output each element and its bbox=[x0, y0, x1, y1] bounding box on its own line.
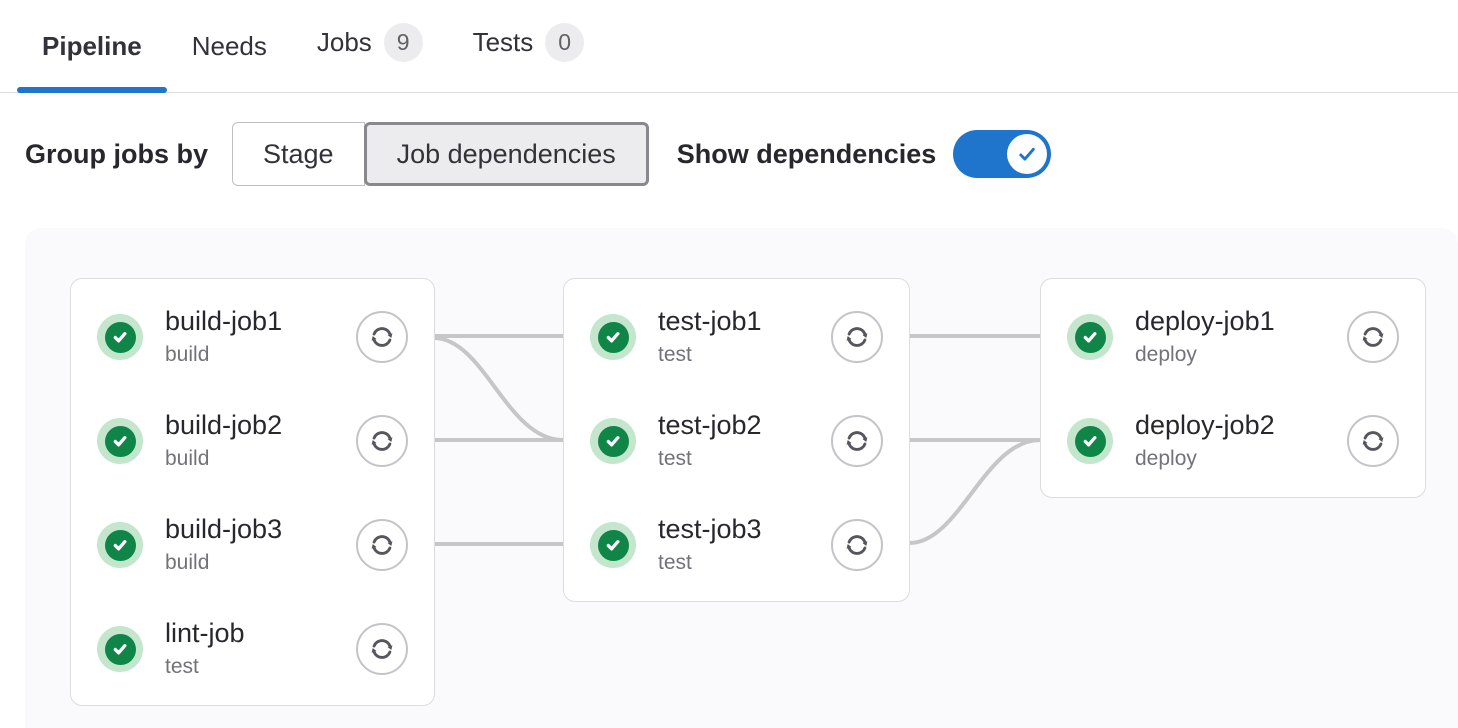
tab-pipeline-label: Pipeline bbox=[42, 31, 142, 62]
job-row-lint-job[interactable]: lint-job test bbox=[71, 597, 434, 701]
group-jobs-by-segmented-control: Stage Job dependencies bbox=[232, 122, 649, 186]
retry-icon bbox=[842, 530, 872, 560]
retry-job-button[interactable] bbox=[831, 311, 883, 363]
jobs-count-badge: 9 bbox=[384, 23, 423, 62]
retry-icon bbox=[367, 322, 397, 352]
job-row-build-job1[interactable]: build-job1 build bbox=[71, 285, 434, 389]
status-success-icon bbox=[97, 626, 143, 672]
job-stage: test bbox=[658, 549, 809, 576]
job-name[interactable]: test-job1 bbox=[658, 305, 809, 339]
job-row-deploy-job2[interactable]: deploy-job2 deploy bbox=[1041, 389, 1425, 493]
job-name[interactable]: build-job3 bbox=[165, 513, 334, 547]
status-success-icon bbox=[1067, 418, 1113, 464]
group-by-stage-button[interactable]: Stage bbox=[232, 122, 365, 186]
job-group-test: test-job1 test test-job2 test bbox=[563, 278, 910, 602]
job-row-build-job3[interactable]: build-job3 build bbox=[71, 493, 434, 597]
show-dependencies-toggle[interactable] bbox=[953, 130, 1051, 178]
status-success-icon bbox=[590, 418, 636, 464]
status-success-icon bbox=[1067, 314, 1113, 360]
status-success-icon bbox=[97, 418, 143, 464]
job-name[interactable]: lint-job bbox=[165, 617, 334, 651]
retry-icon bbox=[842, 322, 872, 352]
job-row-build-job2[interactable]: build-job2 build bbox=[71, 389, 434, 493]
tab-jobs[interactable]: Jobs 9 bbox=[292, 23, 448, 92]
job-stage: deploy bbox=[1135, 445, 1325, 472]
tab-needs[interactable]: Needs bbox=[167, 31, 292, 92]
retry-icon bbox=[1358, 322, 1388, 352]
job-row-test-job3[interactable]: test-job3 test bbox=[564, 493, 909, 597]
job-name[interactable]: test-job3 bbox=[658, 513, 809, 547]
job-name[interactable]: deploy-job1 bbox=[1135, 305, 1325, 339]
graph-controls: Group jobs by Stage Job dependencies Sho… bbox=[25, 122, 1458, 186]
group-by-job-dependencies-button[interactable]: Job dependencies bbox=[364, 122, 649, 186]
retry-icon bbox=[842, 426, 872, 456]
status-success-icon bbox=[97, 314, 143, 360]
status-success-icon bbox=[97, 522, 143, 568]
tab-jobs-label: Jobs bbox=[317, 27, 372, 58]
retry-icon bbox=[367, 634, 397, 664]
job-stage: test bbox=[658, 341, 809, 368]
job-group-deploy: deploy-job1 deploy deploy-job2 deploy bbox=[1040, 278, 1426, 498]
tab-needs-label: Needs bbox=[192, 31, 267, 62]
pipeline-tabbar: Pipeline Needs Jobs 9 Tests 0 bbox=[0, 0, 1458, 93]
retry-job-button[interactable] bbox=[831, 519, 883, 571]
status-success-icon bbox=[590, 314, 636, 360]
retry-job-button[interactable] bbox=[356, 415, 408, 467]
job-stage: build bbox=[165, 445, 334, 472]
tests-count-badge: 0 bbox=[545, 23, 584, 62]
retry-icon bbox=[367, 426, 397, 456]
job-name[interactable]: build-job2 bbox=[165, 409, 334, 443]
retry-job-button[interactable] bbox=[1347, 311, 1399, 363]
tab-pipeline[interactable]: Pipeline bbox=[17, 31, 167, 92]
dep-line-build-job1-test-job2 bbox=[435, 338, 563, 440]
tab-tests[interactable]: Tests 0 bbox=[448, 23, 609, 92]
group-jobs-by-label: Group jobs by bbox=[25, 139, 208, 170]
pipeline-graph-panel: build-job1 build build-job2 build bbox=[25, 228, 1458, 728]
retry-job-button[interactable] bbox=[831, 415, 883, 467]
status-success-icon bbox=[590, 522, 636, 568]
dep-line-test-job3-deploy-job2 bbox=[910, 440, 1040, 543]
job-group-build: build-job1 build build-job2 build bbox=[70, 278, 435, 706]
job-row-test-job1[interactable]: test-job1 test bbox=[564, 285, 909, 389]
retry-job-button[interactable] bbox=[356, 311, 408, 363]
job-stage: build bbox=[165, 341, 334, 368]
job-stage: build bbox=[165, 549, 334, 576]
job-row-test-job2[interactable]: test-job2 test bbox=[564, 389, 909, 493]
toggle-check-icon bbox=[1014, 141, 1040, 167]
show-dependencies-label: Show dependencies bbox=[677, 139, 937, 170]
job-name[interactable]: build-job1 bbox=[165, 305, 334, 339]
retry-job-button[interactable] bbox=[356, 519, 408, 571]
retry-icon bbox=[1358, 426, 1388, 456]
job-stage: test bbox=[165, 653, 334, 680]
job-stage: test bbox=[658, 445, 809, 472]
retry-icon bbox=[367, 530, 397, 560]
retry-job-button[interactable] bbox=[356, 623, 408, 675]
job-stage: deploy bbox=[1135, 341, 1325, 368]
retry-job-button[interactable] bbox=[1347, 415, 1399, 467]
job-row-deploy-job1[interactable]: deploy-job1 deploy bbox=[1041, 285, 1425, 389]
tab-tests-label: Tests bbox=[473, 27, 534, 58]
toggle-knob bbox=[1007, 134, 1047, 174]
job-name[interactable]: deploy-job2 bbox=[1135, 409, 1325, 443]
job-name[interactable]: test-job2 bbox=[658, 409, 809, 443]
